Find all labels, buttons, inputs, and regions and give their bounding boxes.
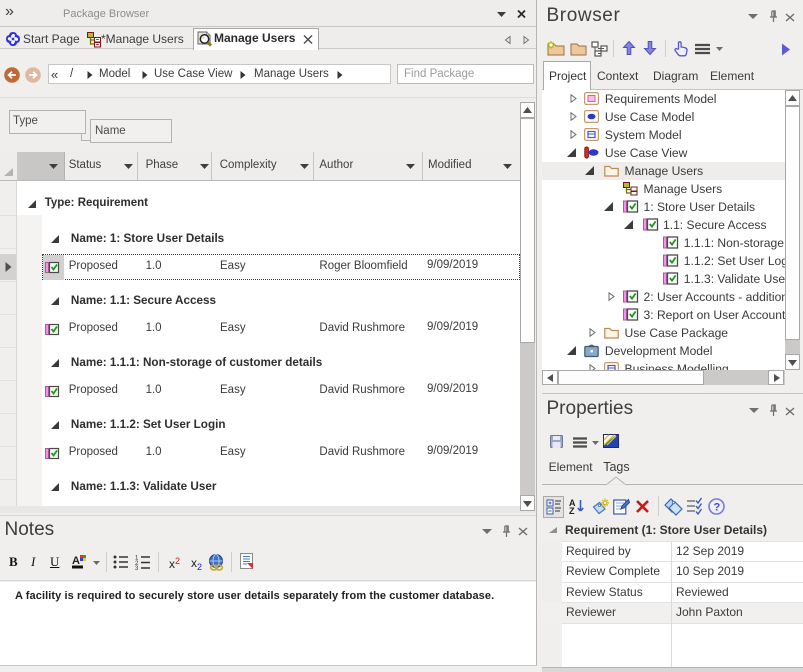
svg-text:Z: Z [569,506,575,516]
svg-text:?: ? [714,502,721,514]
svg-text:3: 3 [135,566,139,572]
svg-text:A: A [72,555,80,567]
